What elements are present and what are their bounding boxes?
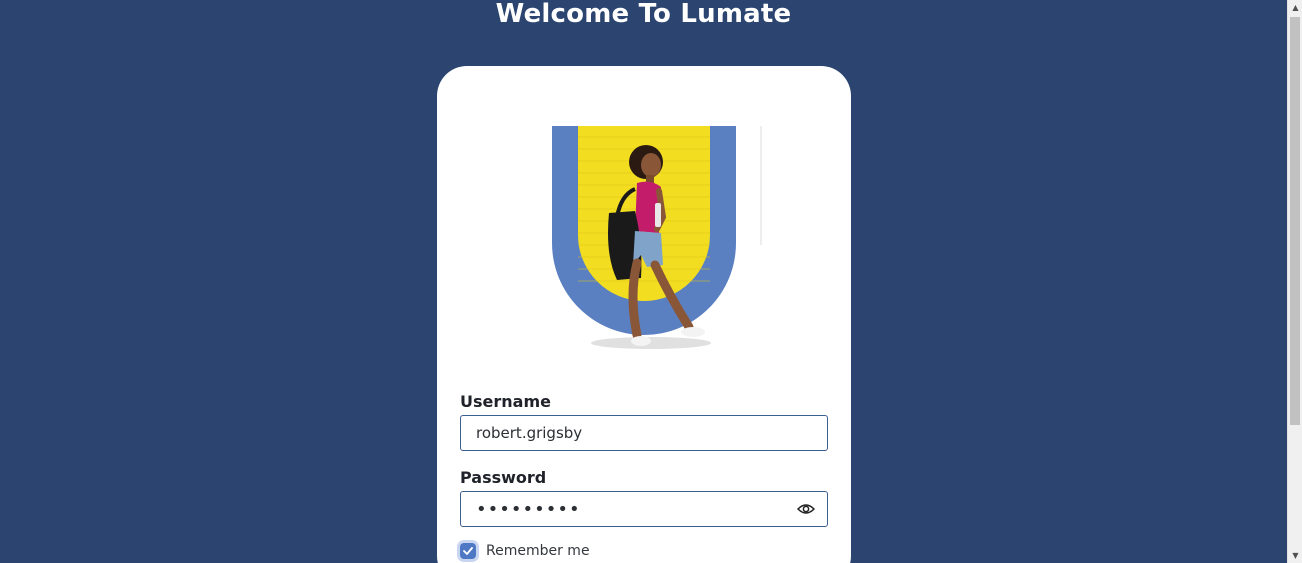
- login-page: Welcome To Lumate Username robert.grigsb…: [0, 0, 1302, 563]
- vertical-scrollbar[interactable]: ▲ ▼: [1287, 0, 1302, 563]
- checkmark-icon: [463, 547, 473, 555]
- password-field[interactable]: [460, 491, 828, 527]
- eye-icon[interactable]: [796, 501, 816, 517]
- remember-me-label: Remember me: [486, 543, 590, 559]
- scroll-up-arrow-icon[interactable]: ▲: [1288, 0, 1302, 15]
- username-label: Username: [460, 392, 551, 411]
- scrollbar-thumb[interactable]: [1290, 17, 1300, 425]
- scroll-down-arrow-icon[interactable]: ▼: [1288, 548, 1302, 563]
- remember-me-checkbox[interactable]: [460, 543, 476, 559]
- page-title: Welcome To Lumate: [495, 0, 792, 29]
- password-input[interactable]: [461, 492, 796, 526]
- login-card: Username Password Remember me: [437, 66, 851, 563]
- username-input[interactable]: [461, 416, 796, 450]
- remember-me[interactable]: Remember me: [457, 540, 590, 562]
- username-field[interactable]: [460, 415, 828, 451]
- password-label: Password: [460, 468, 547, 487]
- lumate-logo-image: [551, 125, 763, 357]
